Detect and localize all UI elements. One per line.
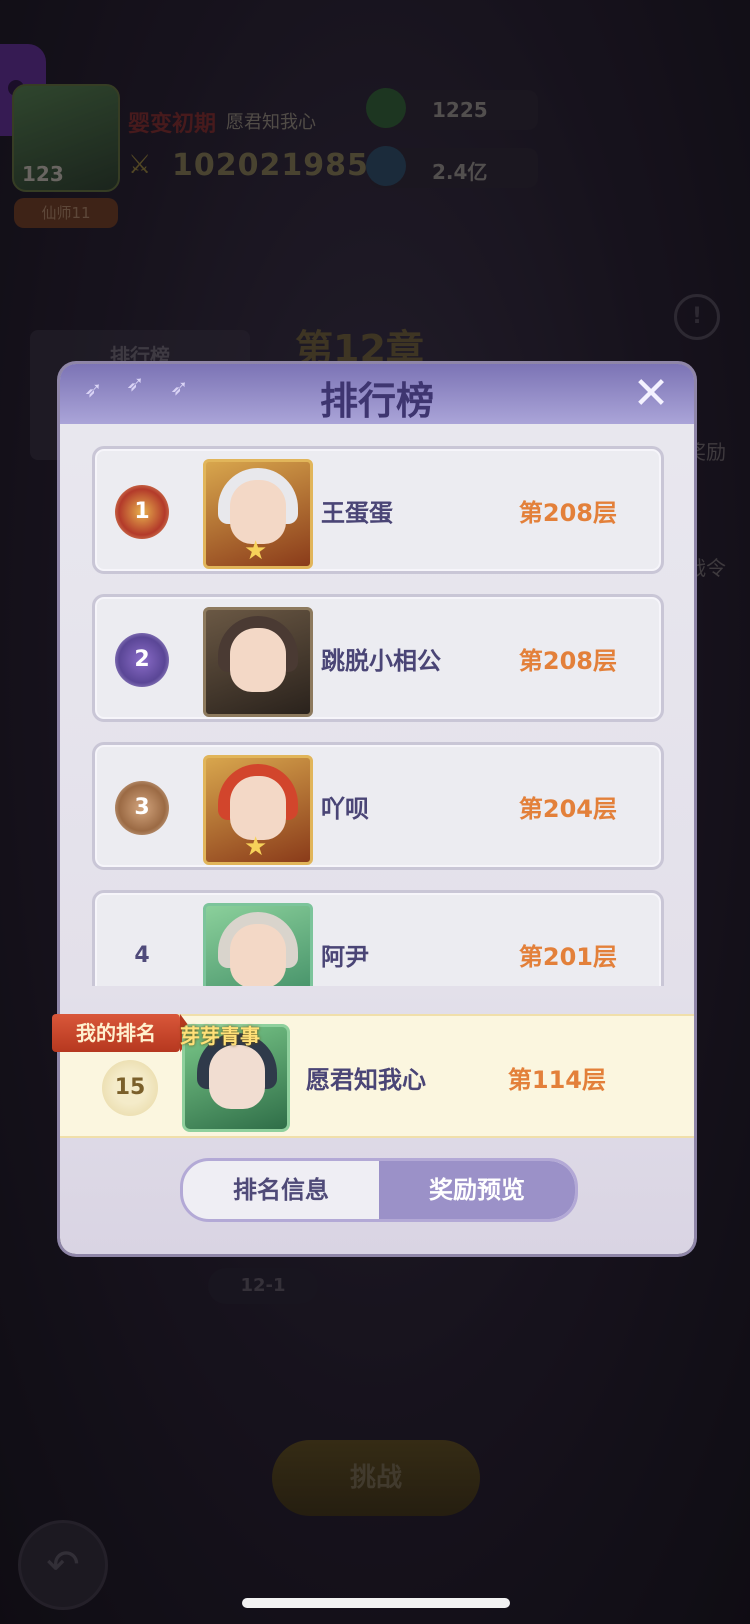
floor-value: 第208层 [518, 499, 617, 527]
star-icon: ★ [244, 832, 268, 862]
ranking-row[interactable]: 4 阿尹 第201层 [92, 890, 664, 986]
tab-bar: 排名信息 奖励预览 [180, 1158, 578, 1222]
rank-number: 4 [134, 943, 150, 968]
my-floor-value: 第114层 [507, 1066, 606, 1094]
player-portrait [203, 903, 313, 986]
player-name: 阿尹 [321, 943, 369, 971]
modal-title: 排行榜 [319, 379, 434, 423]
player-portrait: ★ [203, 755, 313, 865]
close-icon[interactable]: ✕ [626, 370, 676, 420]
floor-value: 第201层 [518, 943, 617, 971]
home-indicator[interactable] [242, 1598, 510, 1608]
my-portrait-tag: 芽芽青事 [180, 1024, 260, 1048]
modal-header: ➶ ➶ ➶ 排行榜 ✕ [60, 364, 694, 424]
my-rank-number: 15 [102, 1060, 158, 1116]
my-player-name: 愿君知我心 [306, 1066, 426, 1094]
ranking-list[interactable]: 1 ★ 王蛋蛋 第208层 2 跳脱小相公 第208层 3 ★ 吖呗 第204层… [90, 446, 666, 986]
player-name: 跳脱小相公 [321, 647, 441, 675]
ranking-row[interactable]: 3 ★ 吖呗 第204层 [92, 742, 664, 870]
player-name: 吖呗 [321, 795, 369, 823]
rank-medal-silver: 2 [115, 633, 169, 687]
floor-value: 第208层 [518, 647, 617, 675]
ranking-row[interactable]: 1 ★ 王蛋蛋 第208层 [92, 446, 664, 574]
player-portrait: ★ [203, 459, 313, 569]
star-icon: ★ [244, 536, 268, 566]
tab-rank-info[interactable]: 排名信息 [183, 1161, 379, 1219]
rank-medal-bronze: 3 [115, 781, 169, 835]
my-rank-ribbon: 我的排名 [52, 1014, 194, 1052]
player-portrait [203, 607, 313, 717]
player-name: 王蛋蛋 [321, 499, 393, 527]
my-rank-row[interactable]: 我的排名 15 芽芽青事 愿君知我心 第114层 [52, 1014, 694, 1138]
ranking-row[interactable]: 2 跳脱小相公 第208层 [92, 594, 664, 722]
rank-medal-gold: 1 [115, 485, 169, 539]
leaderboard-modal: ➶ ➶ ➶ 排行榜 ✕ 1 ★ 王蛋蛋 第208层 2 跳脱小相公 第208层 … [52, 364, 694, 1254]
floor-value: 第204层 [518, 795, 617, 823]
tab-reward-preview[interactable]: 奖励预览 [379, 1161, 575, 1219]
